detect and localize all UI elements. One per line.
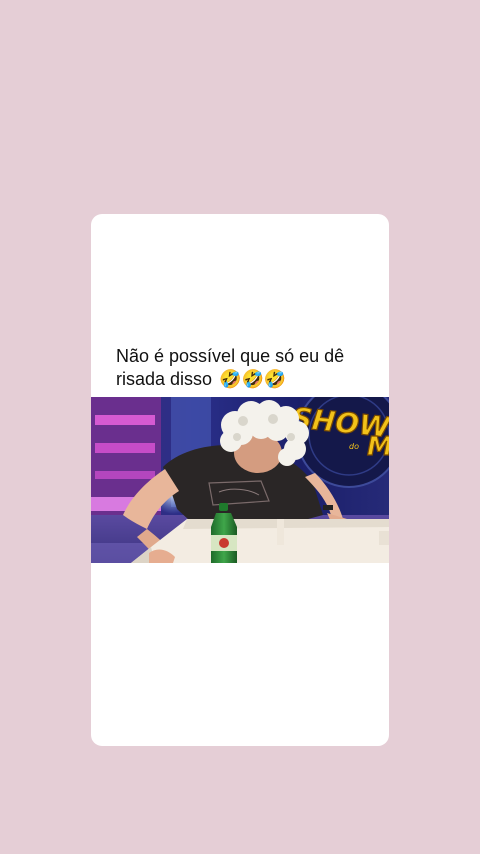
show-logo-small: do [349,442,359,451]
post-caption: Não é possível que só eu dê risada disso… [116,345,376,391]
video-frame-illustration: SHOW M do [91,397,389,563]
video-frame[interactable]: SHOW M do [91,397,389,563]
show-logo-text-2: M [367,432,389,462]
laughing-emoji-icon: 🤣🤣🤣 [219,369,287,389]
post-card[interactable]: Não é possível que só eu dê risada disso… [91,214,389,746]
